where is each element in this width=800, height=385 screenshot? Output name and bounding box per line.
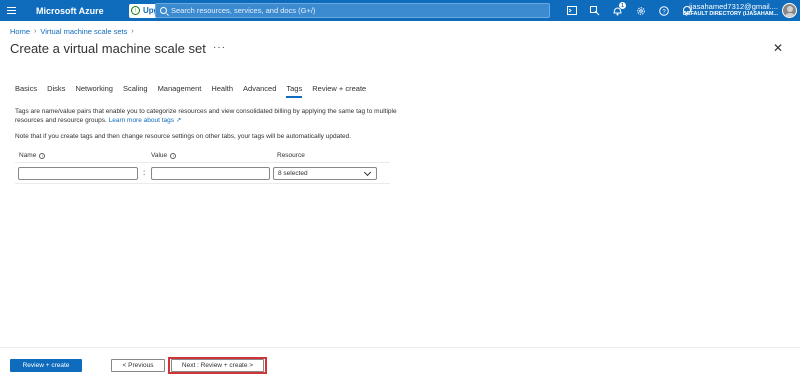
tab-health[interactable]: Health	[211, 84, 233, 97]
highlight-box: Next : Review + create >	[168, 357, 267, 374]
search-box[interactable]	[155, 3, 550, 18]
review-create-button[interactable]: Review + create	[10, 359, 82, 372]
more-options-icon[interactable]: ···	[213, 42, 226, 53]
settings-icon[interactable]	[629, 0, 652, 21]
divider	[15, 162, 390, 163]
tab-management[interactable]: Management	[158, 84, 202, 97]
column-header-value: Value i	[151, 152, 177, 159]
description-text: Tags are name/value pairs that enable yo…	[15, 108, 397, 124]
next-button[interactable]: Next : Review + create >	[171, 359, 264, 372]
notifications-icon[interactable]: 1	[606, 0, 629, 21]
breadcrumb-home[interactable]: Home	[10, 27, 30, 36]
tag-value-field[interactable]	[151, 167, 270, 185]
cloud-shell-icon[interactable]	[560, 0, 583, 21]
previous-button[interactable]: < Previous	[111, 359, 165, 372]
tags-note: Note that if you create tags and then ch…	[15, 133, 352, 140]
learn-more-link[interactable]: Learn more about tags ↗	[109, 117, 182, 124]
column-header-name: Name i	[19, 152, 46, 159]
tab-basics[interactable]: Basics	[15, 84, 37, 97]
resource-dropdown[interactable]: 8 selected	[273, 167, 377, 180]
separator: :	[143, 168, 146, 177]
tab-bar: Basics Disks Networking Scaling Manageme…	[15, 84, 376, 98]
resource-selected: 8 selected	[278, 170, 308, 177]
tab-review-create[interactable]: Review + create	[312, 84, 366, 97]
avatar[interactable]	[782, 3, 797, 18]
search-icon	[160, 7, 167, 14]
tab-networking[interactable]: Networking	[75, 84, 113, 97]
upgrade-icon: ↑	[131, 6, 140, 15]
tab-advanced[interactable]: Advanced	[243, 84, 276, 97]
tab-disks[interactable]: Disks	[47, 84, 65, 97]
tag-name-field[interactable]	[18, 167, 138, 185]
search-input[interactable]	[171, 6, 541, 15]
column-header-resource: Resource	[277, 152, 305, 159]
user-name: ijasahamed7312@gmail....	[689, 2, 778, 11]
external-link-icon: ↗	[175, 117, 182, 124]
page-title: Create a virtual machine scale set	[10, 41, 206, 56]
breadcrumb-vmss[interactable]: Virtual machine scale sets	[40, 27, 127, 36]
close-icon[interactable]: ✕	[773, 41, 783, 55]
directory-filter-icon[interactable]	[583, 0, 606, 21]
chevron-down-icon	[363, 168, 372, 176]
account-info[interactable]: ijasahamed7312@gmail.... DEFAULT DIRECTO…	[678, 2, 778, 17]
notification-badge: 1	[619, 2, 626, 9]
tab-scaling[interactable]: Scaling	[123, 84, 148, 97]
chevron-right-icon: ›	[131, 28, 134, 35]
top-bar: Microsoft Azure ↑ Upgrade 1 ? ijasahamed…	[0, 0, 800, 21]
menu-icon[interactable]	[0, 0, 22, 21]
divider	[15, 183, 390, 184]
breadcrumb: Home › Virtual machine scale sets ›	[10, 27, 134, 36]
footer-divider	[0, 347, 800, 348]
chevron-right-icon: ›	[34, 28, 37, 35]
tags-description: Tags are name/value pairs that enable yo…	[15, 107, 405, 125]
info-icon[interactable]: i	[170, 152, 177, 159]
user-directory: DEFAULT DIRECTORY (IJASAHAM...	[682, 11, 778, 17]
brand-title[interactable]: Microsoft Azure	[36, 6, 108, 16]
info-icon[interactable]: i	[39, 152, 46, 159]
tab-tags[interactable]: Tags	[286, 84, 302, 98]
help-icon[interactable]: ?	[652, 0, 675, 21]
